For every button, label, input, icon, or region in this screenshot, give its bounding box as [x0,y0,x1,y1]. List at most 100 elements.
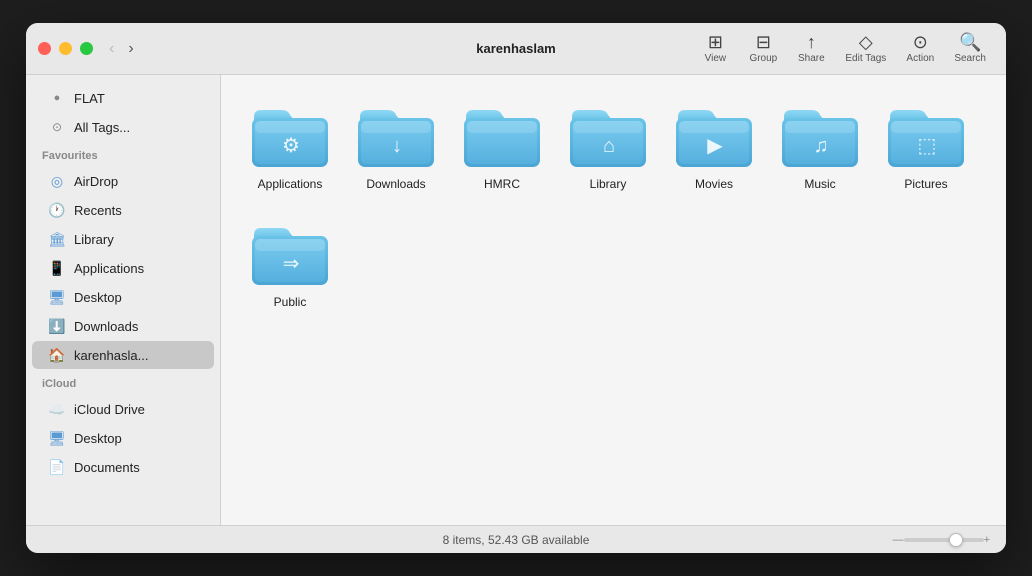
group-icon: ⊟ [756,33,771,51]
zoom-out-icon: — [893,534,904,546]
airdrop-icon: ◎ [48,172,66,190]
file-item-public[interactable]: ⇒ Public [245,213,335,315]
action-icon: ⊙ [913,33,928,51]
file-grid: ⚙ Applications [245,95,982,315]
window-title: karenhaslam [476,41,556,56]
svg-text:⌂: ⌂ [603,135,615,157]
documents-icon: 📄 [48,458,66,476]
file-name: Pictures [904,177,947,191]
applications-label: Applications [74,261,144,276]
file-name: Downloads [366,177,425,191]
downloads-icon: ⬇️ [48,317,66,335]
zoom-slider[interactable]: — + [893,534,990,546]
sidebar-item-airdrop[interactable]: ◎ AirDrop [32,167,214,195]
sidebar-flat-label: FLAT [74,91,105,106]
sidebar-item-icloud-drive[interactable]: ☁️ iCloud Drive [32,395,214,423]
tag-icon: ◇ [859,33,873,51]
library-icon: 🏛 [48,230,66,248]
svg-text:⬚: ⬚ [918,135,937,157]
view-button[interactable]: ⊞ View [693,29,737,68]
view-label: View [705,53,727,64]
folder-icon-downloads: ↓ [356,101,436,171]
sidebar-item-flat[interactable]: ● FLAT [32,84,214,112]
file-item-pictures[interactable]: ⬚ Pictures [881,95,971,197]
traffic-lights [38,42,93,55]
sidebar-item-desktop[interactable]: 🖥 Desktop [32,283,214,311]
file-name: HMRC [484,177,520,191]
sidebar-item-documents[interactable]: 📄 Documents [32,453,214,481]
group-button[interactable]: ⊟ Group [741,29,785,68]
svg-text:⇒: ⇒ [283,253,300,275]
svg-text:▶: ▶ [707,135,723,157]
folder-icon-music: ♫ [780,101,860,171]
sidebar-item-all-tags[interactable]: ⊙ All Tags... [32,113,214,141]
statusbar: 8 items, 52.43 GB available — + [26,525,1006,553]
library-label: Library [74,232,114,247]
close-button[interactable] [38,42,51,55]
back-button[interactable]: ‹ [105,38,118,60]
edit-tags-button[interactable]: ◇ Edit Tags [837,29,894,68]
airdrop-label: AirDrop [74,174,118,189]
file-name: Movies [695,177,733,191]
file-area: ⚙ Applications [221,75,1006,525]
file-item-hmrc[interactable]: HMRC [457,95,547,197]
zoom-in-icon: + [984,534,990,546]
svg-text:⚙: ⚙ [282,135,300,157]
sidebar-item-home[interactable]: 🏠 karenhasla... [32,341,214,369]
folder-icon-movies: ▶ [674,101,754,171]
file-name: Public [274,295,307,309]
icloud-section: iCloud [26,370,220,394]
view-icon: ⊞ [708,33,723,51]
icloud-drive-icon: ☁️ [48,400,66,418]
search-label: Search [954,53,986,64]
search-button[interactable]: 🔍 Search [946,29,994,68]
svg-text:↓: ↓ [392,135,402,157]
share-button[interactable]: ↑ Share [789,29,833,68]
share-label: Share [798,53,825,64]
recents-icon: 🕐 [48,201,66,219]
sidebar-item-downloads[interactable]: ⬇️ Downloads [32,312,214,340]
content-area: ● FLAT ⊙ All Tags... Favourites ◎ AirDro… [26,75,1006,525]
sidebar: ● FLAT ⊙ All Tags... Favourites ◎ AirDro… [26,75,221,525]
sidebar-item-library[interactable]: 🏛 Library [32,225,214,253]
svg-text:♫: ♫ [814,135,829,157]
file-item-downloads[interactable]: ↓ Downloads [351,95,441,197]
file-item-applications[interactable]: ⚙ Applications [245,95,335,197]
icloud-desktop-icon: 🖥 [48,429,66,447]
group-label: Group [749,53,777,64]
slider-track[interactable] [904,538,984,542]
slider-thumb[interactable] [949,533,963,547]
sidebar-item-applications[interactable]: 📱 Applications [32,254,214,282]
sidebar-all-tags-label: All Tags... [74,120,130,135]
search-icon: 🔍 [959,33,981,51]
desktop-icon: 🖥 [48,288,66,306]
desktop-label: Desktop [74,290,122,305]
file-item-music[interactable]: ♫ Music [775,95,865,197]
finder-window: ‹ › karenhaslam ⊞ View ⊟ Group ↑ Share ◇… [26,23,1006,553]
downloads-label: Downloads [74,319,138,334]
file-item-library[interactable]: ⌂ Library [563,95,653,197]
minimize-button[interactable] [59,42,72,55]
icloud-drive-label: iCloud Drive [74,402,145,417]
sidebar-item-icloud-desktop[interactable]: 🖥 Desktop [32,424,214,452]
icloud-desktop-label: Desktop [74,431,122,446]
file-item-movies[interactable]: ▶ Movies [669,95,759,197]
folder-icon-applications: ⚙ [250,101,330,171]
home-label: karenhasla... [74,348,148,363]
all-tags-icon: ⊙ [48,118,66,136]
share-icon: ↑ [807,33,816,51]
action-button[interactable]: ⊙ Action [898,29,942,68]
recents-label: Recents [74,203,122,218]
action-label: Action [906,53,934,64]
favourites-section: Favourites [26,142,220,166]
maximize-button[interactable] [80,42,93,55]
file-name: Applications [258,177,323,191]
toolbar: ⊞ View ⊟ Group ↑ Share ◇ Edit Tags ⊙ Act… [693,29,994,68]
nav-buttons: ‹ › [105,38,138,60]
sidebar-item-recents[interactable]: 🕐 Recents [32,196,214,224]
titlebar: ‹ › karenhaslam ⊞ View ⊟ Group ↑ Share ◇… [26,23,1006,75]
file-name: Library [590,177,627,191]
forward-button[interactable]: › [124,38,137,60]
folder-icon-pictures: ⬚ [886,101,966,171]
folder-icon-hmrc [462,101,542,171]
